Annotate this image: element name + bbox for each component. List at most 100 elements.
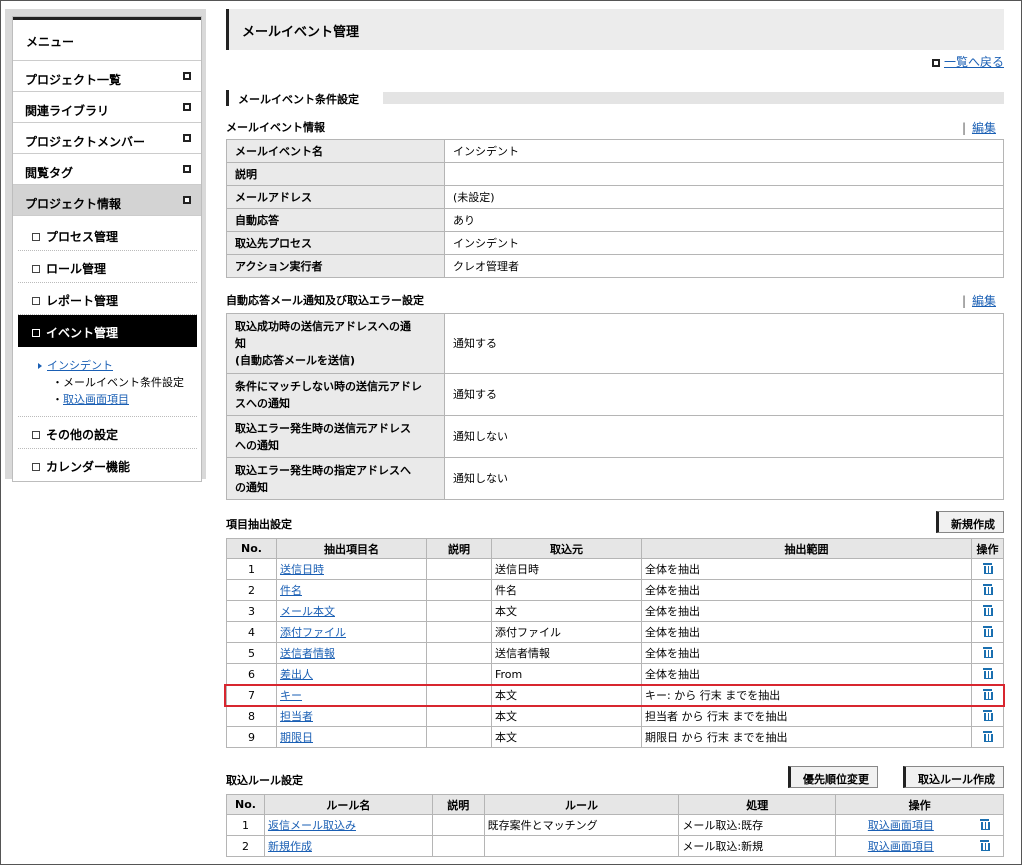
cell-desc (426, 600, 492, 622)
back-link[interactable]: 一覧へ戻る (944, 55, 1004, 69)
col-header: ルール名 (263, 794, 433, 815)
reply-value: 通知する (444, 373, 1004, 416)
extract-table: No. 抽出項目名 説明 取込元 抽出範囲 操作 1 送信日時 送信日時 全体を抽出 … (226, 538, 1004, 748)
trash-icon[interactable] (983, 646, 993, 658)
square-bullet-icon (183, 134, 191, 142)
cell-range: 全体を抽出 (641, 663, 972, 685)
back-link-wrap[interactable]: 一覧へ戻る (931, 53, 1004, 70)
square-bullet-icon (183, 103, 191, 111)
sub-item-role[interactable]: ロール管理 (18, 251, 197, 283)
cell-no: 2 (226, 835, 265, 857)
item-link[interactable]: 差出人 (280, 668, 313, 681)
section-title: メールイベント条件設定 (238, 93, 359, 106)
item-link[interactable]: 担当者 (280, 710, 313, 723)
sub-item-report[interactable]: レポート管理 (18, 283, 197, 315)
priority-button[interactable]: 優先順位変更 (788, 766, 878, 788)
cell-desc (426, 579, 492, 601)
edit-link-wrap-2[interactable]: | 編集 (962, 292, 996, 309)
table-row: 取込先プロセス インシデント (226, 231, 1004, 255)
tree-item-import-fields[interactable]: ・取込画面項目 (38, 391, 197, 408)
sub-item-event[interactable]: イベント管理 (18, 315, 197, 347)
trash-icon[interactable] (979, 839, 990, 851)
rule-link[interactable]: 新規作成 (268, 840, 312, 853)
cell-no: 4 (226, 621, 277, 643)
cell-no: 3 (226, 600, 277, 622)
sidebar-item-tags[interactable]: 閲覧タグ (13, 154, 201, 185)
tree-link-import-fields[interactable]: 取込画面項目 (63, 393, 129, 406)
main-content: メールイベント管理 一覧へ戻る メールイベント条件設定 メールイベント情報 | 編… (226, 9, 1005, 857)
sub-item-label: レポート管理 (46, 294, 119, 308)
reply-value: 通知する (444, 313, 1004, 374)
cell-source: 本文 (491, 600, 642, 622)
section-fill (383, 92, 1004, 104)
sidebar-item-label: プロジェクトメンバー (25, 135, 146, 149)
edit-link[interactable]: 編集 (972, 121, 996, 135)
trash-icon[interactable] (983, 730, 993, 742)
cell-desc (426, 726, 492, 748)
col-header: ルール (483, 794, 680, 815)
sidebar-item-project-info[interactable]: プロジェクト情報 (13, 185, 201, 216)
sidebar-item-project-list[interactable]: プロジェクト一覧 (13, 61, 201, 92)
trash-icon[interactable] (983, 583, 993, 595)
table-header-row: No. 抽出項目名 説明 取込元 抽出範囲 操作 (226, 538, 1004, 559)
import-fields-link[interactable]: 取込画面項目 (868, 840, 934, 853)
item-link[interactable]: 送信者情報 (280, 647, 335, 660)
sub-item-calendar[interactable]: カレンダー機能 (18, 449, 197, 481)
cell-rule (483, 835, 680, 857)
info-value: あり (444, 208, 1004, 232)
table-row: 取込エラー発生時の送信元アドレス への通知 通知しない (226, 415, 1004, 458)
import-fields-link[interactable]: 取込画面項目 (868, 819, 934, 832)
col-header: No. (226, 794, 265, 815)
trash-icon[interactable] (983, 709, 993, 721)
item-link[interactable]: 件名 (280, 584, 302, 597)
item-link[interactable]: 期限日 (280, 731, 313, 744)
square-bullet-icon (183, 196, 191, 204)
tree-link-incident[interactable]: インシデント (47, 359, 113, 372)
reply-key: 条件にマッチしない時の送信元アドレ スへの通知 (226, 373, 445, 416)
trash-icon[interactable] (983, 667, 993, 679)
row-highlight-box (224, 684, 1005, 707)
item-link[interactable]: 添付ファイル (280, 626, 346, 639)
sub-item-process[interactable]: プロセス管理 (18, 219, 197, 251)
item-link[interactable]: メール本文 (280, 605, 335, 618)
cell-source: 送信日時 (491, 558, 642, 580)
square-icon (32, 329, 40, 337)
new-create-button[interactable]: 新規作成 (936, 511, 1004, 533)
cell-range: 全体を抽出 (641, 558, 972, 580)
sidebar-item-library[interactable]: 関連ライブラリ (13, 92, 201, 123)
rule-link[interactable]: 返信メール取込み (268, 819, 356, 832)
trash-icon[interactable] (983, 562, 993, 574)
sidebar-item-members[interactable]: プロジェクトメンバー (13, 123, 201, 154)
edit-link[interactable]: 編集 (972, 294, 996, 308)
page-title: メールイベント管理 (226, 9, 1004, 50)
trash-icon[interactable] (983, 625, 993, 637)
info-key: 取込先プロセス (226, 231, 445, 255)
square-icon (32, 463, 40, 471)
table-row: 1 返信メール取込み 既存案件とマッチング メール取込:既存 取込画面項目 (226, 814, 1005, 836)
table-row: アクション実行者 クレオ管理者 (226, 254, 1004, 278)
col-header: 操作 (971, 538, 1004, 559)
cell-range: 全体を抽出 (641, 600, 972, 622)
table-row: 5 送信者情報 送信者情報 全体を抽出 (226, 642, 1004, 664)
auto-reply-title: 自動応答メール通知及び取込エラー設定 (226, 294, 424, 307)
section-bar (226, 90, 229, 106)
square-icon (32, 233, 40, 241)
cell-source: 本文 (491, 726, 642, 748)
cell-desc (431, 814, 485, 836)
info-key: 自動応答 (226, 208, 445, 232)
cell-rule: 既存案件とマッチング (483, 814, 680, 836)
table-row: メールイベント名 インシデント (226, 139, 1004, 163)
col-header: 説明 (426, 538, 492, 559)
create-rule-button[interactable]: 取込ルール作成 (903, 766, 1004, 788)
trash-icon[interactable] (979, 818, 990, 830)
cell-desc (426, 621, 492, 643)
trash-icon[interactable] (983, 604, 993, 616)
col-header: 処理 (678, 794, 837, 815)
sub-item-other[interactable]: その他の設定 (18, 417, 197, 449)
item-link[interactable]: 送信日時 (280, 563, 324, 576)
table-row: 2 件名 件名 全体を抽出 (226, 579, 1004, 601)
cell-desc (431, 835, 485, 857)
edit-link-wrap[interactable]: | 編集 (962, 119, 996, 136)
sidebar-item-label: プロジェクト一覧 (25, 73, 122, 87)
square-bullet-icon (183, 72, 191, 80)
